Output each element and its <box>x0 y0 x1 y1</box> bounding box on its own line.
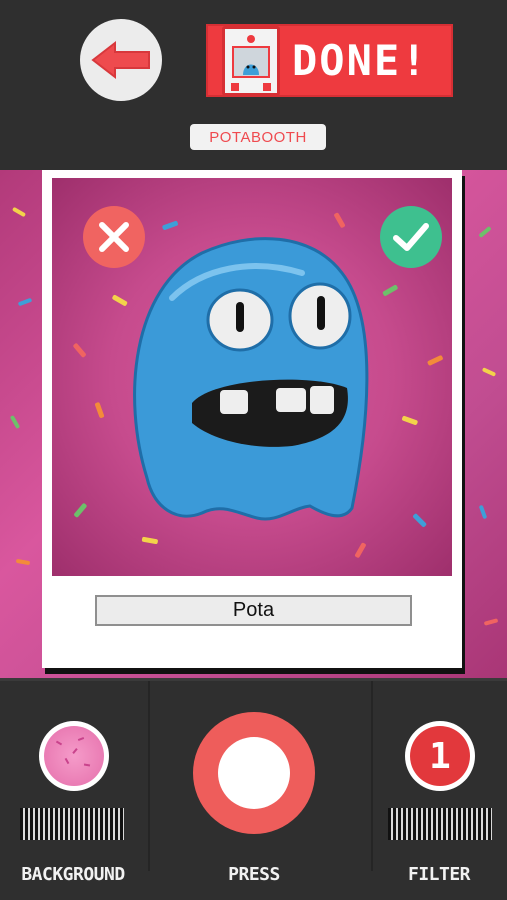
divider <box>148 681 150 871</box>
filter-number: 1 <box>410 726 470 786</box>
captured-photo <box>52 178 452 576</box>
sprinkle <box>478 504 488 520</box>
arrow-left-icon <box>91 40 150 80</box>
background-label: BACKGROUND <box>21 864 125 885</box>
checkmark-icon <box>393 223 429 251</box>
photo-stage: Pota <box>0 170 507 678</box>
top-bar: DONE! POTABOOTH <box>0 0 507 170</box>
shutter-button[interactable] <box>193 712 315 834</box>
photobooth-machine-icon <box>222 25 280 96</box>
confirm-photo-button[interactable] <box>380 206 442 268</box>
name-input[interactable]: Pota <box>95 595 412 626</box>
sprinkle <box>17 297 33 307</box>
bottom-controls: 1 BACKGROUND PRESS FILTER <box>0 678 507 900</box>
close-icon <box>99 222 129 252</box>
filter-button[interactable]: 1 <box>405 721 475 791</box>
background-swatch-icon <box>44 726 104 786</box>
back-button[interactable] <box>80 19 162 101</box>
divider <box>371 681 373 871</box>
shutter-icon <box>218 737 290 809</box>
filter-label: FILTER <box>407 864 471 885</box>
done-label: DONE! <box>292 35 429 85</box>
discard-photo-button[interactable] <box>83 206 145 268</box>
sprinkle <box>478 225 492 239</box>
sprinkle <box>483 618 499 626</box>
sprinkle <box>481 367 497 377</box>
app-brand-label: POTABOOTH <box>190 124 326 150</box>
sprinkle <box>9 414 21 430</box>
sprinkle <box>15 558 31 566</box>
sprinkle <box>11 206 27 218</box>
filter-slider[interactable] <box>388 808 492 840</box>
photo-card: Pota <box>42 170 462 668</box>
press-label: PRESS <box>228 864 280 885</box>
background-slider[interactable] <box>20 808 124 840</box>
done-button[interactable]: DONE! <box>206 24 453 97</box>
background-button[interactable] <box>39 721 109 791</box>
